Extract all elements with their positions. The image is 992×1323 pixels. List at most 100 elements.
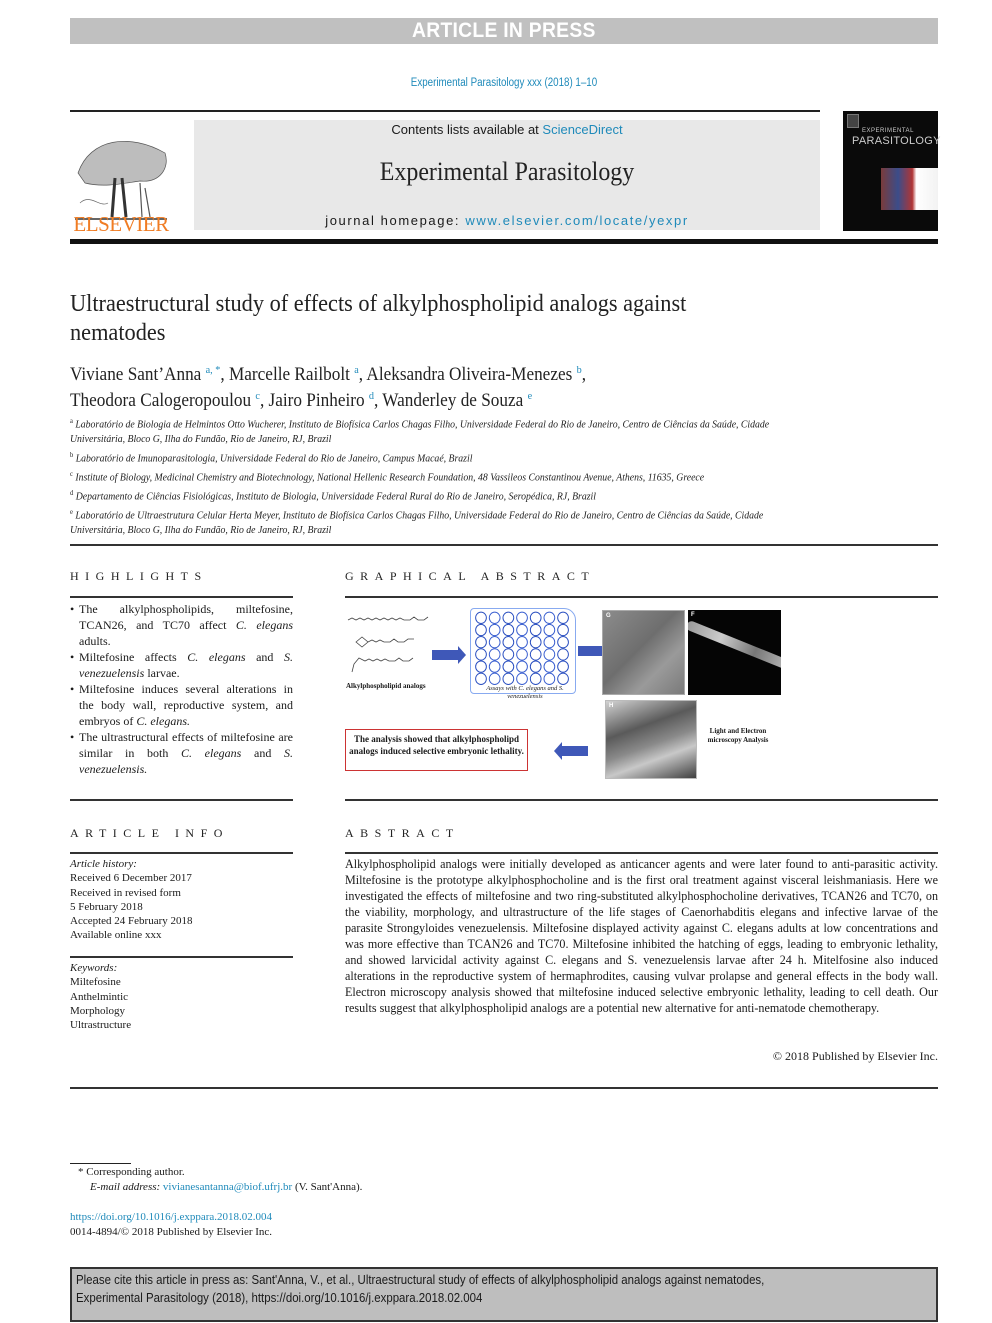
keyword: Miltefosine	[70, 976, 121, 989]
footnote-divider	[70, 1163, 131, 1164]
plate-well	[488, 672, 501, 685]
sciencedirect-link[interactable]: ScienceDirect	[542, 122, 622, 137]
plate-well	[516, 648, 528, 661]
author[interactable]: Marcelle Railbolt a	[229, 364, 359, 385]
plate-well	[529, 660, 542, 673]
affiliation: b Laboratório de Imunoparasitologia, Uni…	[70, 450, 473, 465]
article-in-press-banner: ARTICLE IN PRESS	[70, 18, 938, 44]
email-link[interactable]: vivianesantanna@biof.ufrj.br	[163, 1181, 292, 1193]
plate-well	[543, 660, 556, 673]
affiliations: a Laboratório de Biologia de Helmintos O…	[70, 414, 777, 538]
highlight-item: The alkylphospholipids, miltefosine, TCA…	[70, 601, 293, 649]
homepage-link[interactable]: www.elsevier.com/locate/yexpr	[465, 213, 688, 228]
history-entry: 5 February 2018	[70, 900, 143, 913]
history-entry: Received in revised form	[70, 886, 181, 899]
graphical-abstract-heading: GRAPHICAL ABSTRACT	[345, 569, 596, 583]
history-entry: Accepted 24 February 2018	[70, 915, 193, 928]
author[interactable]: Aleksandra Oliveira-Menezes b	[366, 364, 582, 385]
doi-link[interactable]: https://doi.org/10.1016/j.exppara.2018.0…	[70, 1211, 272, 1223]
plate-well	[557, 648, 569, 661]
email-note: E-mail address: vivianesantanna@biof.ufr…	[90, 1181, 362, 1193]
author-affiliation-marker[interactable]: a	[354, 364, 359, 376]
author-list: Viviane Sant’Anna a, *, Marcelle Railbol…	[70, 364, 587, 412]
affiliation: e Laboratório de Ultraestrutura Celular …	[70, 507, 764, 536]
citation-line: Please cite this article in press as: Sa…	[76, 1272, 765, 1287]
affiliation: a Laboratório de Biologia de Helmintos O…	[70, 417, 770, 445]
contents-prefix: Contents lists available at	[391, 122, 543, 137]
panel-letter: F	[691, 612, 695, 618]
panel-letter: G	[606, 613, 611, 619]
chemical-structures-figure	[347, 616, 429, 673]
plate-well	[516, 636, 528, 649]
history-entry: Received 6 December 2017	[70, 872, 192, 885]
author-affiliation-marker[interactable]: c	[255, 390, 260, 402]
plate-well	[543, 648, 556, 661]
author[interactable]: Jairo Pinheiro d	[269, 390, 374, 411]
elsevier-wordmark: ELSEVIER	[73, 212, 169, 236]
highlights-bottom-divider	[70, 799, 293, 801]
plate-well	[488, 636, 501, 649]
chem-label: Alkylphospholipid analogs	[346, 682, 426, 690]
author[interactable]: Theodora Calogeropoulou c	[70, 390, 260, 411]
plate-well	[488, 648, 501, 661]
highlight-item: Miltefosine induces several alterations …	[70, 681, 293, 729]
plate-well	[557, 672, 569, 685]
article-info-divider	[70, 852, 293, 854]
panel-letter: H	[609, 703, 614, 709]
plate-well	[502, 611, 515, 624]
abstract-heading: ABSTRACT	[345, 826, 460, 840]
author-affiliation-marker[interactable]: b	[577, 364, 582, 376]
cover-artwork	[881, 168, 938, 210]
plate-well	[475, 672, 487, 685]
well-plate-figure	[470, 608, 576, 694]
journal-title: Experimental Parasitology	[379, 157, 635, 186]
author-affiliation-marker[interactable]: e	[528, 390, 533, 402]
cover-publisher-logo	[847, 114, 859, 128]
author-affiliation-marker[interactable]: d	[369, 390, 374, 402]
affiliation: c Institute of Biology, Medicinal Chemis…	[70, 469, 705, 484]
history-entry: Available online xxx	[70, 929, 162, 942]
keyword: Anthelmintic	[70, 990, 129, 1003]
author[interactable]: Viviane Sant’Anna a, *	[70, 364, 221, 385]
plate-well	[502, 672, 515, 685]
section-divider	[70, 544, 938, 546]
plate-well	[529, 648, 542, 661]
graphical-abstract-divider	[345, 596, 938, 598]
plate-well	[502, 660, 515, 673]
plate-well	[543, 636, 556, 649]
plate-well	[502, 648, 515, 661]
author[interactable]: Wanderley de Souza e	[382, 390, 533, 411]
corresponding-author-note: * Corresponding author.	[78, 1166, 185, 1178]
keywords-label: Keywords:	[70, 962, 118, 974]
plate-well	[516, 611, 528, 624]
plate-well	[502, 623, 515, 637]
history-label: Article history:	[70, 858, 137, 870]
micrograph-f: F	[688, 610, 781, 695]
header-divider	[70, 110, 820, 112]
plate-well	[557, 660, 569, 673]
journal-reference: Experimental Parasitology xxx (2018) 1–1…	[135, 77, 873, 89]
homepage-prefix: journal homepage:	[325, 213, 466, 228]
author-affiliation-marker[interactable]: a, *	[206, 364, 221, 376]
plate-well	[475, 611, 487, 624]
cover-title-small: EXPERIMENTAL	[862, 128, 914, 134]
plate-well	[529, 623, 542, 637]
banner-text: ARTICLE IN PRESS	[412, 19, 596, 42]
keyword: Morphology	[70, 1004, 125, 1017]
keywords: Keywords: Miltefosine Anthelmintic Morph…	[70, 961, 293, 1032]
micrograph-h: H	[605, 700, 697, 779]
abstract-divider	[345, 852, 938, 854]
keyword: Ultrastructure	[70, 1019, 132, 1032]
citation-box: Please cite this article in press as: Sa…	[70, 1267, 938, 1322]
plate-label: Assays with C. elegans and S. venezuelen…	[486, 685, 564, 700]
journal-reference-link[interactable]: Experimental Parasitology xxx (2018) 1–1…	[411, 77, 597, 89]
article-history: Article history: Received 6 December 201…	[70, 857, 293, 943]
plate-well	[543, 623, 556, 637]
plate-well	[475, 660, 487, 673]
graphical-abstract-bottom-divider	[345, 799, 938, 801]
highlights-heading: HIGHLIGHTS	[70, 569, 208, 583]
email-label: E-mail address:	[90, 1181, 163, 1193]
bottom-divider	[70, 1087, 938, 1089]
plate-well	[529, 672, 542, 685]
plate-well	[475, 636, 487, 649]
